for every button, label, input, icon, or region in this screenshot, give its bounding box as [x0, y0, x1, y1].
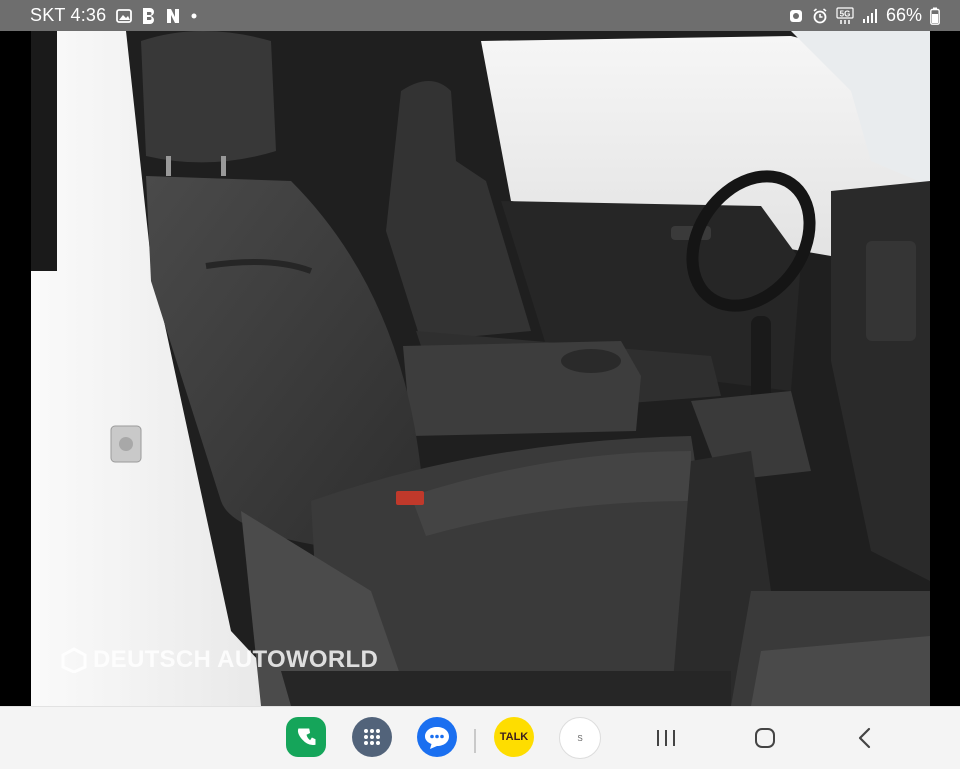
- car-interior-illustration: [31, 31, 930, 706]
- recent-app-label: S: [577, 733, 583, 743]
- battery-percent: 66%: [885, 5, 922, 25]
- door-latch: [110, 425, 142, 463]
- home-button[interactable]: [750, 723, 780, 753]
- car-seat-photo[interactable]: DEUTSCH AUTOWORLD: [31, 31, 930, 706]
- messages-app-icon[interactable]: [417, 717, 457, 757]
- recent-app-icon[interactable]: S: [559, 717, 601, 759]
- band-app-icon: [142, 7, 156, 25]
- back-button[interactable]: [850, 723, 880, 753]
- app-notify-icon: [788, 8, 804, 24]
- carrier-time: SKT 4:36: [30, 5, 107, 25]
- alarm-icon: [812, 7, 828, 24]
- status-bar: SKT 4:36 5G 66%: [0, 0, 960, 31]
- navigation-bar: TALK S: [0, 706, 960, 769]
- recents-button[interactable]: [651, 723, 681, 753]
- app-drawer-icon[interactable]: [352, 717, 392, 757]
- dock-divider: [474, 729, 476, 753]
- notification-dot-icon: [190, 12, 198, 20]
- watermark-text: DEUTSCH AUTOWORLD: [93, 646, 379, 673]
- signal-icon: [862, 8, 878, 24]
- battery-icon: [930, 7, 940, 25]
- gallery-icon: [116, 8, 133, 24]
- watermark: DEUTSCH AUTOWORLD: [61, 644, 378, 676]
- 5g-icon: 5G: [836, 6, 854, 25]
- phone-app-icon[interactable]: [286, 717, 326, 757]
- photo-viewer[interactable]: DEUTSCH AUTOWORLD: [0, 31, 960, 706]
- kakaotalk-label: TALK: [499, 731, 529, 743]
- status-left: SKT 4:36: [30, 5, 198, 26]
- watermark-logo-icon: [61, 647, 87, 673]
- kakaotalk-app-icon[interactable]: TALK: [494, 717, 534, 757]
- naver-icon: [166, 8, 180, 24]
- network-badge-text: 5G: [840, 9, 851, 18]
- status-right: 5G 66%: [788, 5, 940, 26]
